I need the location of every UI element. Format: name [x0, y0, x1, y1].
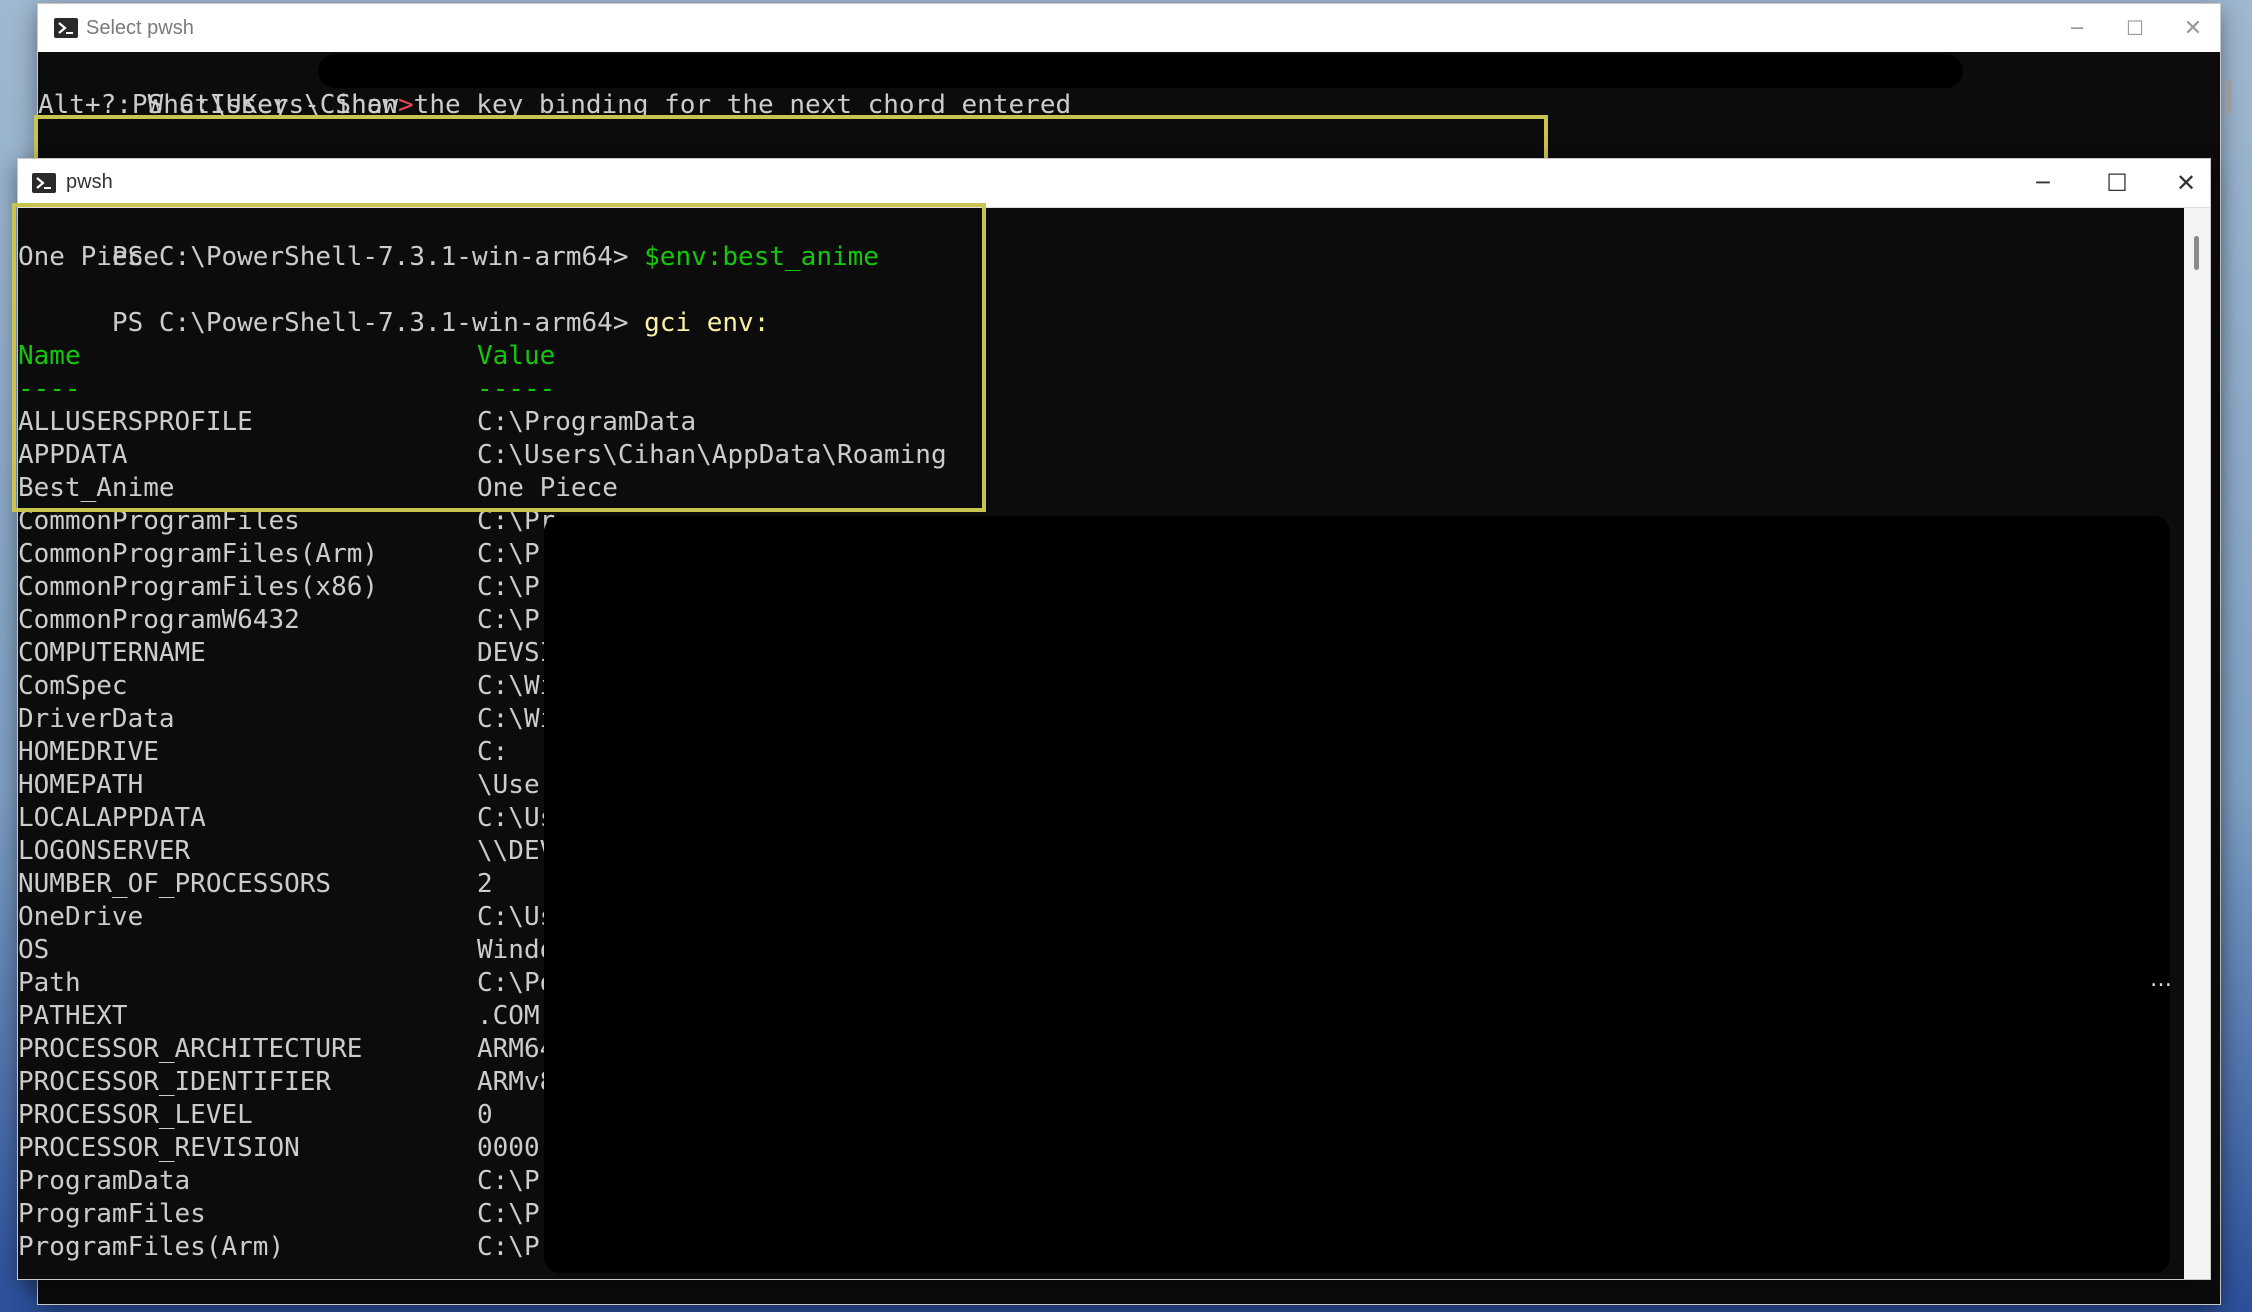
front-line-cmd1: PS C:\PowerShell-7.3.1-win-arm64> $env:b…: [111, 242, 879, 272]
table-header-name: Name: [18, 341, 81, 371]
table-underline-value: -----: [477, 374, 556, 404]
table-row: OneDrive C:\Us: [18, 901, 555, 934]
table-row-name: ProgramData: [18, 1166, 191, 1196]
table-row-name: CommonProgramFiles(x86): [18, 572, 379, 602]
table-row-name: OneDrive: [18, 902, 144, 932]
back-line-whatiskey: Alt+?: WhatIsKey - Show the key binding …: [38, 90, 1072, 120]
table-row-name: PROCESSOR_ARCHITECTURE: [18, 1034, 363, 1064]
table-row-name: Best_Anime: [18, 473, 175, 503]
ellipsis-indicator: …: [2150, 967, 2172, 992]
table-row-value: C:\Users\Cihan\AppData\Roaming: [477, 440, 947, 470]
table-row: ProgramData C:\Pr: [18, 1165, 555, 1198]
table-row-name: DriverData: [18, 704, 175, 734]
table-row-name: APPDATA: [18, 440, 128, 470]
table-row: PROCESSOR_REVISION 0000: [18, 1132, 540, 1165]
front-terminal-window: pwsh ─ ☐ ✕ PS C:\PowerShell-7.3.1-win-ar…: [12, 159, 2210, 1279]
table-row: CommonProgramFiles C:\Pr: [18, 505, 555, 538]
table-row-value: One Piece: [477, 473, 618, 503]
table-header: Name Value: [18, 340, 555, 373]
table-row: Path C:\Po: [18, 967, 555, 1000]
front-maximize-button[interactable]: ☐: [2088, 159, 2146, 207]
table-row: CommonProgramW6432 C:\Pr: [18, 604, 555, 637]
table-row: COMPUTERNAME DEVSI: [18, 637, 555, 670]
table-row-value: C:: [477, 737, 509, 767]
table-row-name: COMPUTERNAME: [18, 638, 206, 668]
table-row-name: PATHEXT: [18, 1001, 128, 1031]
table-row: PROCESSOR_ARCHITECTURE ARM64: [18, 1033, 555, 1066]
table-row-name: LOCALAPPDATA: [18, 803, 206, 833]
table-row: Best_Anime One Piece: [18, 472, 618, 505]
back-minimize-button[interactable]: ─: [2048, 4, 2106, 52]
table-row: ComSpec C:\Wi: [18, 670, 555, 703]
table-row-name: PROCESSOR_REVISION: [18, 1133, 300, 1163]
powershell-icon: [32, 173, 56, 193]
table-row-name: PROCESSOR_IDENTIFIER: [18, 1067, 332, 1097]
table-row: PATHEXT .COM;: [18, 1000, 555, 1033]
back-window-title: Select pwsh: [86, 17, 194, 39]
table-row-name: Path: [18, 968, 81, 998]
table-underline: ---- -----: [18, 373, 555, 406]
table-row: DriverData C:\Wi: [18, 703, 555, 736]
back-scrollbar-thumb[interactable]: [2226, 80, 2231, 114]
table-row: OS Windo: [18, 934, 555, 967]
table-row-name: ProgramFiles(Arm): [18, 1232, 285, 1262]
table-row: PROCESSOR_LEVEL 0: [18, 1099, 493, 1132]
table-underline-name: ----: [18, 374, 81, 404]
back-maximize-button[interactable]: ☐: [2106, 4, 2164, 52]
table-row: ProgramFiles C:\Pr: [18, 1198, 555, 1231]
table-row-name: NUMBER_OF_PROCESSORS: [18, 869, 332, 899]
back-line-setenv: PS C:\Users\Cihan> [System.Environment]:…: [38, 122, 1666, 166]
front-redacted-region: [544, 516, 2170, 1273]
table-row-value: C:\ProgramData: [477, 407, 697, 437]
front-line-cmd2: PS C:\PowerShell-7.3.1-win-arm64> gci en…: [111, 308, 770, 338]
table-row-name: LOGONSERVER: [18, 836, 191, 866]
table-row: ProgramFiles(Arm) C:\Pr: [18, 1231, 555, 1264]
table-row-name: HOMEPATH: [18, 770, 144, 800]
table-row: HOMEPATH \User: [18, 769, 555, 802]
front-window-title: pwsh: [66, 171, 113, 193]
table-row: APPDATA C:\Users\Cihan\AppData\Roaming: [18, 439, 947, 472]
table-row-value: 0000: [477, 1133, 540, 1163]
table-row-name: OS: [18, 935, 50, 965]
front-window-titlebar[interactable]: pwsh ─ ☐ ✕: [18, 159, 2210, 208]
table-row-name: CommonProgramW6432: [18, 605, 300, 635]
table-row: NUMBER_OF_PROCESSORS 2: [18, 868, 493, 901]
table-row-name: ProgramFiles: [18, 1199, 206, 1229]
front-line-out1: One Piece: [18, 242, 159, 272]
back-window-titlebar[interactable]: Select pwsh ─ ☐ ✕: [38, 4, 2220, 52]
table-row: PROCESSOR_IDENTIFIER ARMv8: [18, 1066, 555, 1099]
table-row: LOCALAPPDATA C:\Us: [18, 802, 555, 835]
front-scrollbar[interactable]: [2184, 208, 2210, 1279]
table-row: LOGONSERVER \\DEV: [18, 835, 555, 868]
powershell-icon: [54, 18, 78, 38]
table-header-value: Value: [477, 341, 556, 371]
table-row-name: HOMEDRIVE: [18, 737, 159, 767]
table-row-name: CommonProgramFiles(Arm): [18, 539, 379, 569]
table-row-name: CommonProgramFiles: [18, 506, 300, 536]
table-row-value: 0: [477, 1100, 493, 1130]
table-row-value: 2: [477, 869, 493, 899]
back-redacted-bar: [318, 54, 1963, 88]
front-close-button[interactable]: ✕: [2162, 159, 2210, 207]
front-scrollbar-thumb[interactable]: [2194, 236, 2199, 270]
table-row-name: ComSpec: [18, 671, 128, 701]
table-row: CommonProgramFiles(x86) C:\Pr: [18, 571, 555, 604]
table-row: CommonProgramFiles(Arm) C:\Pr: [18, 538, 555, 571]
table-row: ALLUSERSPROFILE C:\ProgramData: [18, 406, 696, 439]
table-row: HOMEDRIVE C:: [18, 736, 508, 769]
front-minimize-button[interactable]: ─: [2014, 159, 2072, 207]
table-row-name: ALLUSERSPROFILE: [18, 407, 253, 437]
back-close-button[interactable]: ✕: [2164, 4, 2222, 52]
table-row-name: PROCESSOR_LEVEL: [18, 1100, 253, 1130]
